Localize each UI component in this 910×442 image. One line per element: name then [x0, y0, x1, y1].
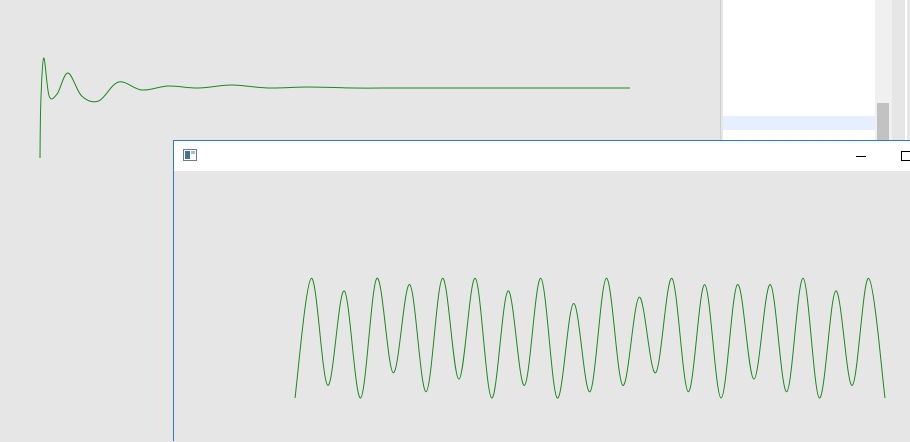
periodic-signal-line — [295, 278, 885, 398]
maximize-icon — [901, 151, 910, 161]
side-scrollbar-thumb[interactable] — [877, 103, 889, 140]
titlebar[interactable] — [174, 141, 910, 171]
side-window-edge — [905, 0, 907, 140]
plot-area — [174, 171, 910, 442]
foreground-plot-window — [173, 140, 910, 441]
side-list-selected-row[interactable] — [723, 116, 875, 130]
maximize-button[interactable] — [889, 141, 910, 171]
app-window-icon — [183, 149, 197, 161]
periodic-signal-plot — [174, 171, 910, 442]
minimize-icon — [856, 151, 866, 161]
minimize-button[interactable] — [844, 141, 878, 171]
